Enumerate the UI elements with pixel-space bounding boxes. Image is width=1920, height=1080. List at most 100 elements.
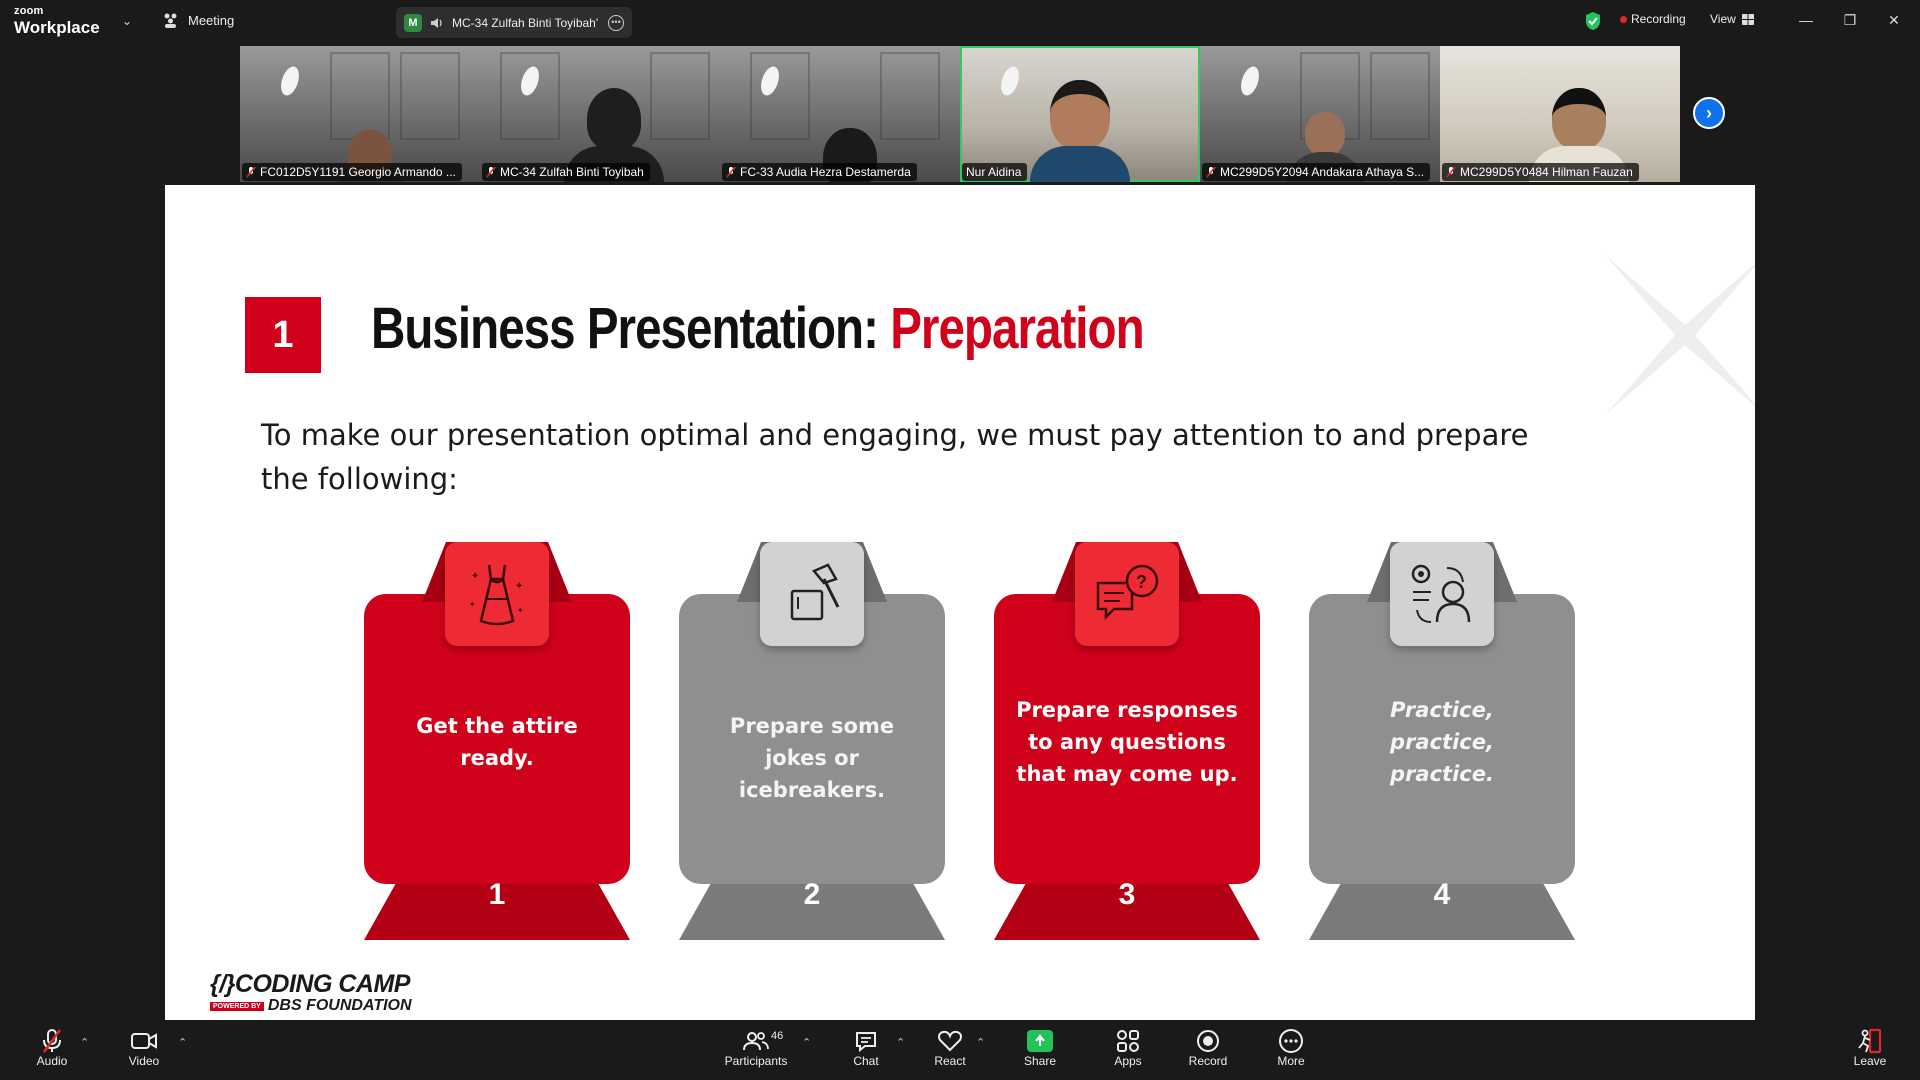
participant-name: MC299D5Y2094 Andakara Athaya S...: [1220, 165, 1425, 179]
participant-name-label: MC299D5Y2094 Andakara Athaya S...: [1202, 163, 1431, 181]
participant-thumbnail[interactable]: FC012D5Y1191 Georgio Armando ...: [240, 46, 480, 182]
zoom-workplace-logo[interactable]: zoom Workplace: [14, 6, 100, 37]
step-card-4: Practice, practice, practice. 4: [1309, 542, 1575, 940]
participant-thumbnail[interactable]: MC299D5Y2094 Andakara Athaya S...: [1200, 46, 1440, 182]
meeting-label: Meeting: [188, 12, 235, 28]
chevron-down-icon[interactable]: ⌄: [122, 14, 132, 28]
practice-person-icon: [1390, 542, 1494, 646]
participant-thumbnail[interactable]: MC299D5Y0484 Hilman Fauzan: [1440, 46, 1680, 182]
chat-button[interactable]: Chat: [830, 1028, 902, 1068]
share-screen-icon: [1027, 1030, 1053, 1052]
more-options-icon[interactable]: •••: [608, 14, 624, 31]
active-speaker-pill[interactable]: M MC-34 Zulfah Binti Toyibah' •••: [396, 7, 632, 38]
logo-foundation: DBS FOUNDATION: [267, 997, 412, 1014]
leave-button[interactable]: Leave: [1834, 1028, 1906, 1068]
mic-muted-icon: [486, 166, 496, 178]
audio-button[interactable]: Audio: [16, 1028, 88, 1068]
background-shelf: [1370, 52, 1430, 140]
card-number: 4: [1433, 878, 1451, 911]
svg-text:✦: ✦: [517, 606, 524, 615]
next-page-arrow-icon[interactable]: ›: [1693, 97, 1725, 129]
shared-screen-slide: 1 Business Presentation: Preparation To …: [165, 185, 1755, 1020]
card-text: Prepare some jokes or icebreakers.: [729, 714, 895, 802]
logo-line-1: {/}CODING CAMP: [210, 970, 410, 998]
audio-label: Audio: [36, 1054, 68, 1068]
background-shelf: [880, 52, 940, 140]
record-label: Record: [1188, 1054, 1228, 1068]
background-shelf: [500, 52, 560, 140]
brand-large: Workplace: [14, 18, 100, 37]
apps-icon: [1117, 1030, 1139, 1052]
hammer-icon: [760, 542, 864, 646]
minimize-icon[interactable]: —: [1792, 8, 1820, 32]
participants-count: 46: [771, 1030, 784, 1042]
meeting-toolbar: Audio ⌃ Video ⌃ Participants 46 ⌃ Chat ⌃…: [0, 1020, 1920, 1080]
participant-name: MC299D5Y0484 Hilman Fauzan: [1460, 165, 1633, 179]
slide-title-main: Business Presentation:: [371, 296, 891, 361]
share-label: Share: [1023, 1054, 1057, 1068]
record-icon: [1197, 1030, 1219, 1052]
ring-light: [277, 64, 303, 98]
participant-name: FC-33 Audia Hezra Destamerda: [740, 165, 911, 179]
apps-label: Apps: [1114, 1054, 1142, 1068]
card-number: 2: [803, 878, 821, 911]
participant-name-label: MC-34 Zulfah Binti Toyibah: [482, 163, 650, 181]
recording-label: Recording: [1631, 12, 1686, 26]
restore-icon[interactable]: ❐: [1836, 8, 1864, 32]
more-label: More: [1277, 1054, 1305, 1068]
card-text: Prepare responses to any questions that …: [1016, 698, 1238, 786]
decorative-x-shape: [1605, 255, 1755, 415]
participant-thumbnail-active-speaker[interactable]: Nur Aidina: [960, 46, 1200, 182]
more-button[interactable]: More: [1255, 1028, 1327, 1068]
audio-options-caret-icon[interactable]: ⌃: [80, 1036, 89, 1049]
chat-icon: [856, 1032, 876, 1053]
video-options-caret-icon[interactable]: ⌃: [178, 1036, 187, 1049]
participant-name: MC-34 Zulfah Binti Toyibah: [500, 165, 644, 179]
ring-light: [997, 64, 1023, 98]
video-label: Video: [128, 1054, 160, 1068]
participant-name-label: FC-33 Audia Hezra Destamerda: [722, 163, 917, 181]
title-bar: zoom Workplace ⌄ Meeting M MC-34 Zulfah …: [0, 0, 1920, 44]
chat-options-caret-icon[interactable]: ⌃: [896, 1036, 905, 1049]
chat-label: Chat: [853, 1054, 879, 1068]
dress-icon: ✦ ✦ ✦ ✦: [445, 542, 549, 646]
logo-line-2: POWERED BY DBS FOUNDATION: [210, 997, 412, 1015]
participants-label: Participants: [724, 1054, 788, 1068]
participants-icon: [743, 1032, 769, 1051]
share-button[interactable]: Share: [1004, 1028, 1076, 1068]
coding-camp-logo: {/}CODING CAMP POWERED BY DBS FOUNDATION: [210, 970, 412, 1015]
card-text: Get the attire ready.: [416, 714, 578, 770]
logo-powered-by: POWERED BY: [210, 1001, 264, 1011]
svg-text:✦: ✦: [469, 600, 476, 609]
view-button[interactable]: View: [1710, 12, 1754, 26]
encryption-shield-icon[interactable]: [1584, 11, 1602, 31]
speaker-avatar-badge: M: [404, 13, 422, 32]
step-card-2: Prepare some jokes or icebreakers. 2: [679, 542, 945, 940]
react-label: React: [934, 1054, 966, 1068]
meeting-icon: [164, 13, 177, 28]
slide-title-accent: Preparation: [890, 296, 1144, 361]
meeting-info-button[interactable]: Meeting: [162, 12, 234, 28]
react-options-caret-icon[interactable]: ⌃: [976, 1036, 985, 1049]
background-shelf: [400, 52, 460, 140]
recording-dot-icon: [1620, 15, 1627, 23]
slide-title: Business Presentation: Preparation: [371, 295, 1145, 362]
view-label: View: [1710, 12, 1736, 26]
participant-thumbnail[interactable]: MC-34 Zulfah Binti Toyibah: [480, 46, 720, 182]
participant-name-label: FC012D5Y1191 Georgio Armando ...: [242, 163, 462, 181]
card-text: Practice, practice, practice.: [1390, 698, 1494, 786]
video-button[interactable]: Video: [108, 1028, 180, 1068]
step-card-1: ✦ ✦ ✦ ✦ Get the attire ready. 1: [364, 542, 630, 940]
participants-options-caret-icon[interactable]: ⌃: [802, 1036, 811, 1049]
participant-thumbnail[interactable]: FC-33 Audia Hezra Destamerda: [720, 46, 960, 182]
ring-light: [1237, 64, 1263, 98]
mic-muted-icon: [1446, 166, 1456, 178]
svg-text:✦: ✦: [515, 581, 523, 592]
participant-name: Nur Aidina: [966, 165, 1022, 179]
close-icon[interactable]: ✕: [1880, 8, 1908, 32]
apps-button[interactable]: Apps: [1092, 1028, 1164, 1068]
svg-text:✦: ✦: [471, 571, 479, 582]
card-number: 3: [1118, 878, 1136, 911]
record-button[interactable]: Record: [1172, 1028, 1244, 1068]
recording-indicator[interactable]: Recording: [1620, 12, 1686, 26]
